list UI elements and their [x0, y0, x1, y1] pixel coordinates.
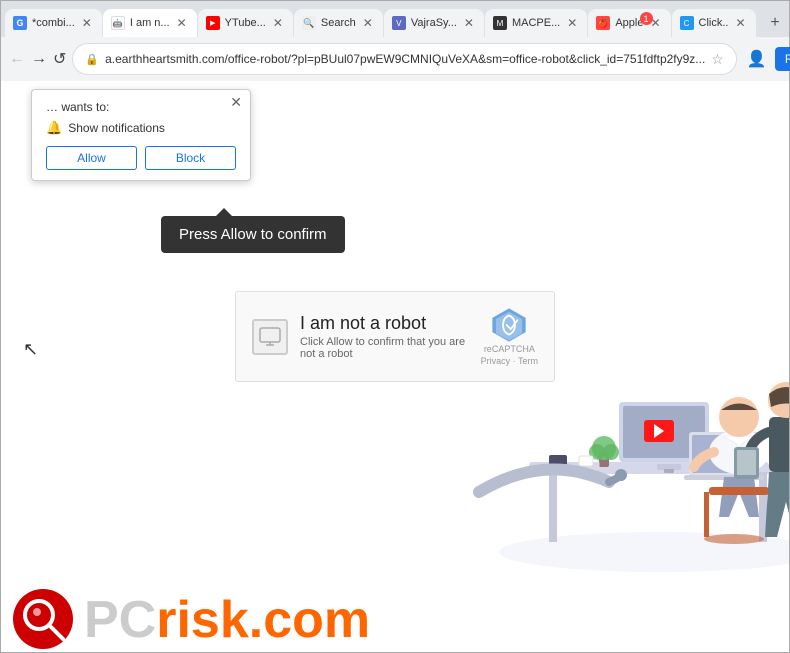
back-button[interactable]: ←: [9, 45, 25, 73]
popup-close-button[interactable]: ✕: [230, 94, 242, 111]
popup-notification-row: 🔔 Show notifications: [46, 120, 236, 136]
nav-bar: ← → ↺ 🔒 a.earthheartsmith.com/office-rob…: [1, 37, 789, 81]
tab-close-macpe[interactable]: ✕: [565, 16, 579, 30]
block-button[interactable]: Block: [145, 146, 236, 170]
pcrisk-logo: PCrisk.com: [11, 587, 370, 652]
bell-icon: 🔔: [46, 120, 62, 136]
profile-button[interactable]: 👤: [743, 45, 771, 73]
captcha-title: I am not a robot: [300, 313, 469, 334]
tab-favicon-vajrasy: V: [392, 16, 406, 30]
tab-ytube[interactable]: ▶ YTube... ✕: [198, 9, 293, 37]
notification-badge: 1: [640, 12, 653, 25]
risk-text: risk.com: [156, 594, 370, 646]
tab-favicon-combi: G: [13, 16, 27, 30]
tab-label-click: Click..: [699, 17, 729, 29]
recaptcha-logo-area: reCAPTCHA Privacy · Term: [481, 306, 538, 367]
lock-icon: 🔒: [85, 53, 99, 66]
tab-search[interactable]: 🔍 Search ✕: [294, 9, 383, 37]
recaptcha-icon: [490, 306, 528, 344]
tab-vajrasy[interactable]: V VajraSy... ✕: [384, 9, 484, 37]
allow-button[interactable]: Allow: [46, 146, 137, 170]
relaunch-button[interactable]: Relaunch to update: [775, 47, 790, 71]
tab-label-macpe: MACPE...: [512, 17, 560, 29]
tab-iam[interactable]: 🤖 I am n... ✕: [103, 9, 197, 37]
tab-close-click[interactable]: ✕: [733, 16, 747, 30]
browser-frame: G *combi... ✕ 🤖 I am n... ✕ ▶ YTube... ✕…: [0, 0, 790, 653]
tab-label-vajrasy: VajraSy...: [411, 17, 457, 29]
tab-favicon-click: C: [680, 16, 694, 30]
address-url: a.earthheartsmith.com/office-robot/?pl=p…: [105, 52, 705, 66]
recaptcha-links: Privacy · Term: [481, 356, 538, 368]
popup-notification-label: Show notifications: [68, 121, 165, 135]
tab-favicon-apple: 🍎: [596, 16, 610, 30]
tab-close-ytube[interactable]: ✕: [271, 16, 285, 30]
notification-popup: ✕ … wants to: 🔔 Show notifications Allow…: [31, 89, 251, 181]
tab-click[interactable]: C Click.. ✕: [672, 9, 756, 37]
address-bar[interactable]: 🔒 a.earthheartsmith.com/office-robot/?pl…: [72, 43, 736, 75]
pcrisk-logo-icon: [11, 587, 76, 652]
tab-label-ytube: YTube...: [225, 17, 266, 29]
nav-right-actions: 👤 Relaunch to update ⋮: [743, 45, 790, 73]
captcha-checkbox[interactable]: [252, 319, 288, 355]
tab-close-vajrasy[interactable]: ✕: [462, 16, 476, 30]
tab-combi[interactable]: G *combi... ✕: [5, 9, 102, 37]
reload-button[interactable]: ↺: [53, 45, 66, 73]
new-tab-button[interactable]: +: [761, 9, 789, 37]
tab-close-iam[interactable]: ✕: [175, 16, 189, 30]
captcha-box: I am not a robot Click Allow to confirm …: [235, 291, 555, 382]
tab-label-search: Search: [321, 17, 356, 29]
press-allow-tooltip: Press Allow to confirm: [161, 216, 345, 253]
tab-close-combi[interactable]: ✕: [80, 16, 94, 30]
bookmark-star-icon[interactable]: ☆: [711, 51, 724, 68]
press-allow-text: Press Allow to confirm: [179, 226, 327, 243]
popup-buttons: Allow Block: [46, 146, 236, 170]
captcha-subtitle: Click Allow to confirm that you are not …: [300, 336, 469, 360]
tab-favicon-macpe: M: [493, 16, 507, 30]
tab-favicon-iam: 🤖: [111, 16, 125, 30]
tab-favicon-ytube: ▶: [206, 16, 220, 30]
tab-bar-tabs: G *combi... ✕ 🤖 I am n... ✕ ▶ YTube... ✕…: [5, 9, 760, 37]
tab-close-search[interactable]: ✕: [361, 16, 375, 30]
tab-favicon-search: 🔍: [302, 16, 316, 30]
captcha-screen-icon: [258, 325, 282, 349]
popup-wants-text: … wants to:: [46, 100, 236, 114]
mouse-cursor: ↖: [23, 339, 38, 360]
tab-label-iam: I am n...: [130, 17, 170, 29]
tab-apple[interactable]: 🍎 Apple 1 ✕: [588, 9, 670, 37]
recaptcha-brand: reCAPTCHA: [484, 344, 535, 356]
page-content: ✕ … wants to: 🔔 Show notifications Allow…: [1, 81, 789, 652]
pc-text: PC: [84, 594, 156, 646]
pcrisk-text: PCrisk.com: [84, 594, 370, 646]
captcha-text-area: I am not a robot Click Allow to confirm …: [300, 313, 469, 360]
forward-button[interactable]: →: [31, 45, 47, 73]
tab-bar: G *combi... ✕ 🤖 I am n... ✕ ▶ YTube... ✕…: [1, 1, 789, 37]
tab-label-combi: *combi...: [32, 17, 75, 29]
tab-macpe[interactable]: M MACPE... ✕: [485, 9, 587, 37]
